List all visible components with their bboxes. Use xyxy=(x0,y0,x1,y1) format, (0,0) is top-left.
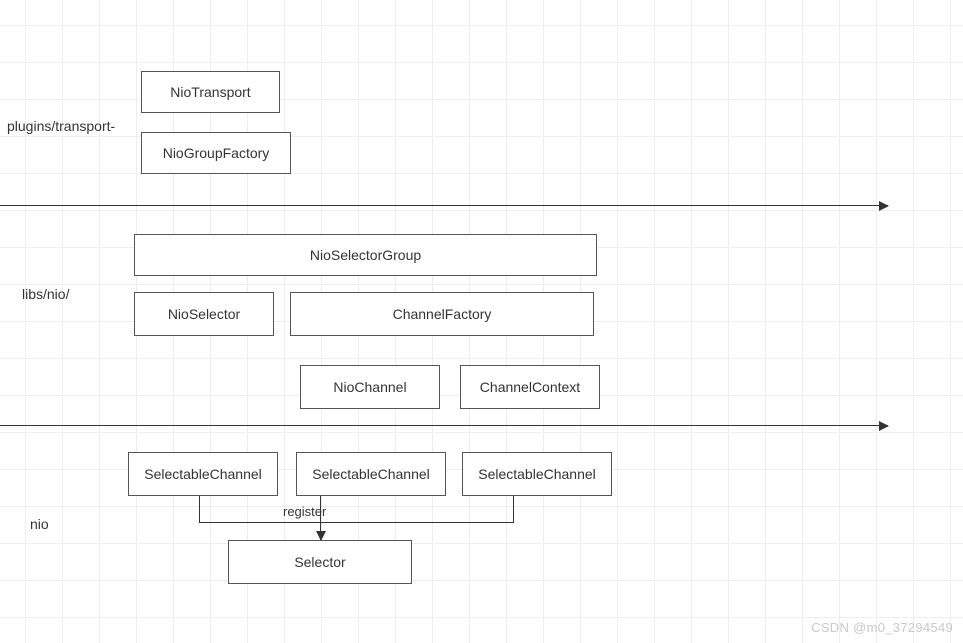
box-selectable-channel-2: SelectableChannel xyxy=(296,452,446,496)
edge-sc3-down xyxy=(513,496,514,522)
box-selector: Selector xyxy=(228,540,412,584)
box-nio-channel: NioChannel xyxy=(300,365,440,409)
box-selectable-channel-3: SelectableChannel xyxy=(462,452,612,496)
box-nio-transport: NioTransport xyxy=(141,71,280,113)
divider-arrow-1 xyxy=(0,205,888,206)
edge-join-h xyxy=(199,522,514,523)
section-label-libs: libs/nio/ xyxy=(22,286,69,302)
watermark: CSDN @m0_37294549 xyxy=(811,620,953,635)
box-nio-selector: NioSelector xyxy=(134,292,274,336)
box-channel-context: ChannelContext xyxy=(460,365,600,409)
section-label-nio: nio xyxy=(30,516,49,532)
edge-sc1-down xyxy=(199,496,200,522)
box-channel-factory: ChannelFactory xyxy=(290,292,594,336)
box-selectable-channel-1: SelectableChannel xyxy=(128,452,278,496)
box-nio-group-factory: NioGroupFactory xyxy=(141,132,291,174)
box-nio-selector-group: NioSelectorGroup xyxy=(134,234,597,276)
edge-label-register: register xyxy=(283,504,326,519)
diagram-layer: plugins/transport- libs/nio/ nio NioTran… xyxy=(0,0,963,643)
divider-arrow-2 xyxy=(0,425,888,426)
section-label-plugins: plugins/transport- xyxy=(7,118,115,134)
